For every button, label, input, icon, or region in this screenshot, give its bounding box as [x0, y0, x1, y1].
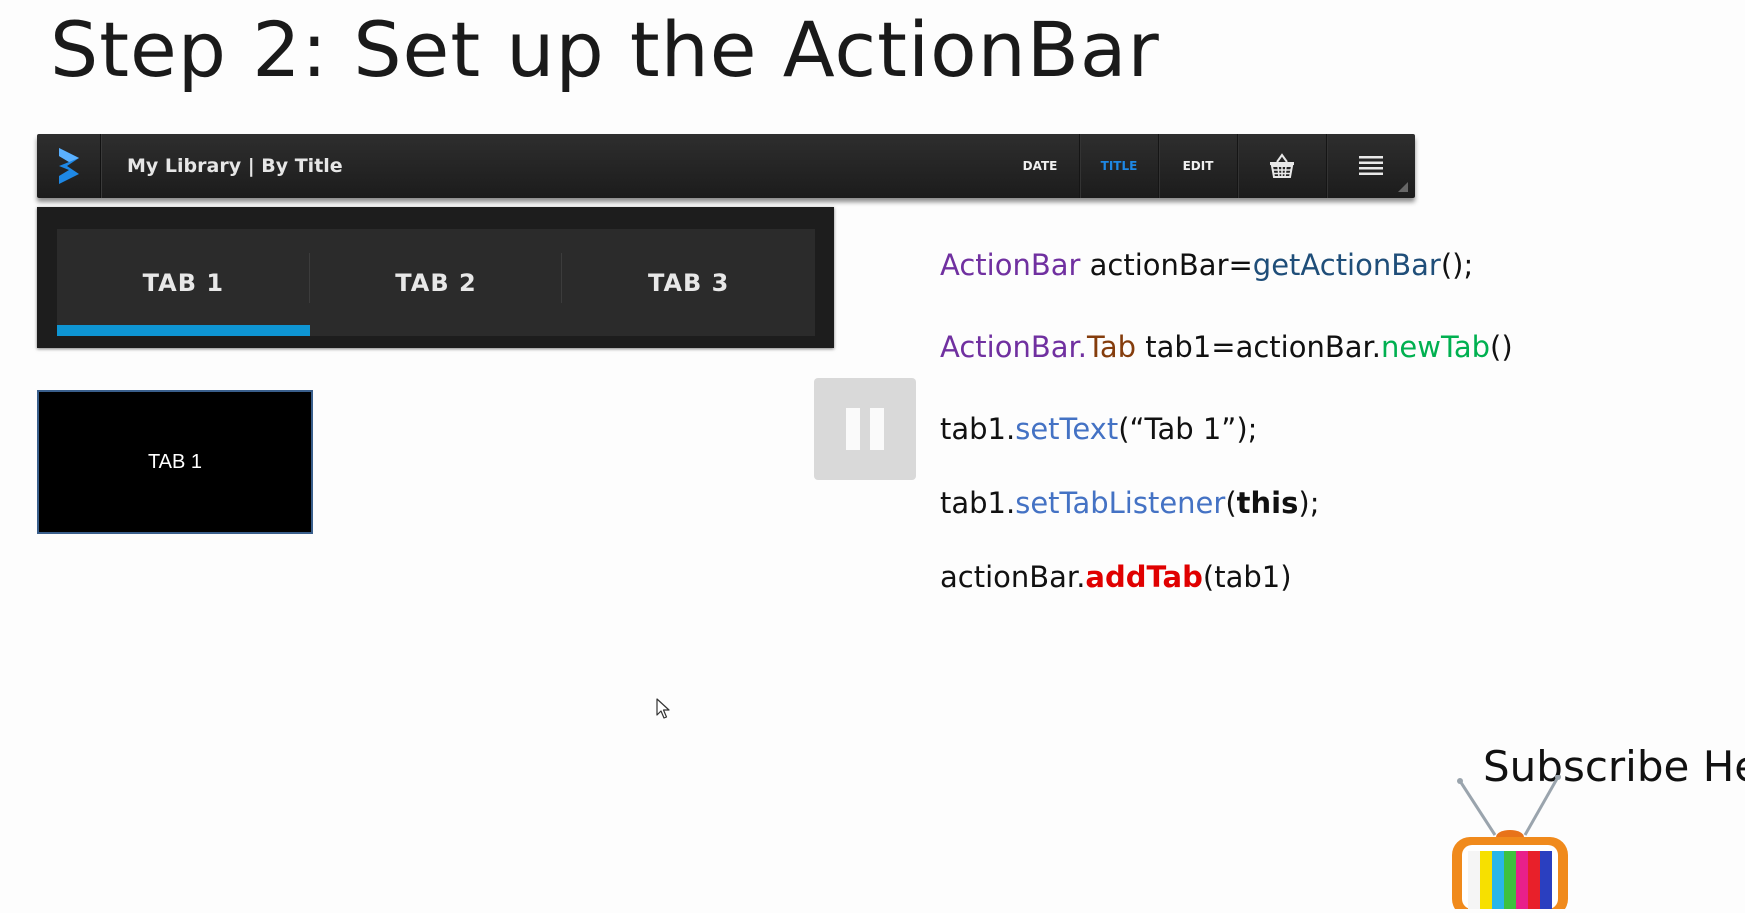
overflow-corner-icon: [1398, 182, 1408, 192]
code-line-5: actionBar.addTab(tab1): [940, 560, 1292, 594]
slide-title: Step 2: Set up the ActionBar: [50, 5, 1160, 94]
tab-3-label: TAB 3: [647, 268, 730, 297]
code-line-2: ActionBar.Tab tab1=actionBar.newTab(): [940, 330, 1513, 364]
tab-content-preview: TAB 1: [37, 390, 313, 534]
basket-icon[interactable]: [1237, 134, 1326, 198]
code-line-3: tab1.setText(“Tab 1”);: [940, 412, 1257, 446]
overflow-menu-icon[interactable]: [1326, 134, 1415, 198]
tv-logo-icon[interactable]: [1440, 774, 1570, 913]
tab-content-label: TAB 1: [147, 450, 203, 473]
action-bar-title: My Library | By Title: [127, 155, 343, 177]
action-bar: My Library | By Title DATE TITLE EDIT: [37, 134, 1415, 198]
tab-2-label: TAB 2: [395, 268, 477, 297]
code-token: ();: [1440, 248, 1474, 282]
code-token: setText: [1015, 412, 1119, 446]
tab-3[interactable]: TAB 3: [562, 229, 815, 336]
code-token: tab1.: [940, 486, 1016, 520]
tab-1[interactable]: TAB 1: [57, 229, 310, 336]
code-token: actionBar=: [1080, 248, 1253, 282]
code-token: (tab1): [1202, 560, 1292, 594]
code-token: (“Tab 1”);: [1118, 412, 1258, 446]
pause-icon: [870, 408, 884, 450]
edit-button[interactable]: EDIT: [1158, 134, 1237, 198]
code-token: (): [1490, 330, 1513, 364]
code-token: Tab: [1086, 330, 1137, 364]
code-token: newTab: [1381, 330, 1491, 364]
tab-1-label: TAB 1: [142, 268, 225, 297]
code-token: );: [1298, 486, 1320, 520]
action-bar-actions: DATE TITLE EDIT: [1001, 134, 1415, 198]
code-token: tab1.: [940, 412, 1016, 446]
code-token: addTab: [1085, 560, 1203, 594]
tab-bar: TAB 1 TAB 2 TAB 3: [57, 229, 815, 336]
code-token: actionBar.: [940, 560, 1086, 594]
code-token: ActionBar.: [940, 330, 1087, 364]
pause-button[interactable]: [814, 378, 916, 480]
code-token: tab1=actionBar.: [1136, 330, 1381, 364]
code-token: ActionBar: [940, 248, 1081, 282]
code-token: this: [1236, 486, 1299, 520]
code-token: setTabListener: [1015, 486, 1226, 520]
code-token: (: [1225, 486, 1237, 520]
tab-selected-indicator: [57, 325, 310, 336]
code-token: getActionBar: [1252, 248, 1441, 282]
mouse-cursor-icon: [656, 698, 672, 724]
pause-icon: [846, 408, 860, 450]
code-line-4: tab1.setTabListener(this);: [940, 486, 1319, 520]
tab-2[interactable]: TAB 2: [310, 229, 563, 336]
code-line-1: ActionBar actionBar=getActionBar();: [940, 248, 1473, 282]
app-logo-icon[interactable]: [37, 134, 101, 198]
tab-bar-container: TAB 1 TAB 2 TAB 3: [37, 207, 834, 348]
date-sort-button[interactable]: DATE: [1001, 134, 1079, 198]
title-sort-button[interactable]: TITLE: [1079, 134, 1158, 198]
